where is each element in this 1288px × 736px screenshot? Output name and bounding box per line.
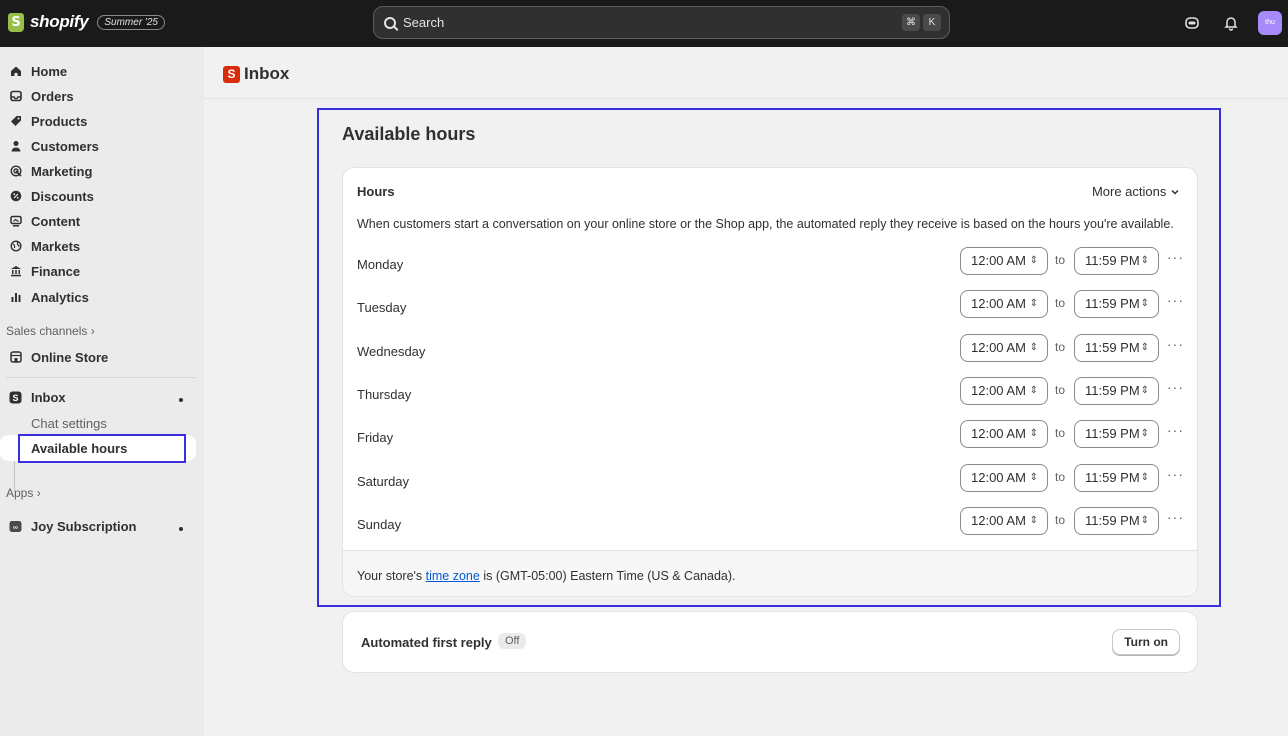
sidebar-item-label: Online Store — [31, 349, 109, 365]
kbd-k: K — [923, 14, 941, 31]
joy-app-icon: ∞ — [9, 520, 22, 533]
tag-icon — [9, 115, 22, 128]
sidebar-item-label: Products — [31, 113, 88, 129]
bell-icon[interactable] — [1223, 15, 1239, 31]
sidebar-item-label: Analytics — [31, 289, 89, 305]
page-header: S Inbox — [204, 47, 1288, 99]
chart-icon — [9, 291, 22, 304]
avatar[interactable]: thu — [1258, 11, 1282, 35]
automated-reply-title: Automated first reply — [361, 635, 492, 650]
svg-text:S: S — [12, 393, 18, 403]
sidekick-icon[interactable] — [1184, 15, 1200, 31]
target-icon — [9, 164, 22, 178]
sidebar-item-joy-subscription[interactable]: ∞ Joy Subscription — [0, 514, 196, 538]
sidebar-divider — [6, 377, 196, 378]
apps-header[interactable]: Apps › — [6, 486, 41, 500]
chevron-right-icon: › — [90, 324, 95, 338]
discount-icon — [9, 190, 22, 203]
person-icon — [9, 140, 22, 153]
sidebar-item-label: Finance — [31, 263, 81, 279]
chevron-right-icon: › — [36, 486, 41, 500]
sidebar: Home Orders Products Customers Marketing… — [0, 47, 204, 736]
turn-on-button[interactable]: Turn on — [1112, 629, 1180, 655]
inbox-app-icon: S — [223, 66, 240, 83]
search-bar[interactable]: Search ⌘ K — [373, 6, 950, 39]
globe-icon — [9, 239, 22, 253]
highlight-box-sidebar — [18, 434, 186, 463]
inbox-pin-dot — [179, 398, 183, 402]
shopify-bag-icon: S — [8, 12, 24, 32]
sidebar-item-label: Content — [31, 213, 81, 229]
kbd-cmd: ⌘ — [902, 14, 920, 31]
store-icon — [9, 350, 22, 364]
sidebar-item-inbox[interactable]: S Inbox — [0, 385, 196, 409]
sidebar-item-label: Orders — [31, 88, 74, 104]
sidebar-item-marketing[interactable]: Marketing — [0, 159, 196, 183]
page-title: Inbox — [244, 64, 290, 83]
top-bar: S shopify Summer '25 Search ⌘ K thu — [0, 0, 1288, 47]
sidebar-item-label: Marketing — [31, 163, 93, 179]
sidebar-item-label: Joy Subscription — [31, 518, 137, 534]
highlight-box-main — [317, 108, 1221, 607]
bank-icon — [9, 265, 22, 278]
sidebar-item-finance[interactable]: Finance — [0, 259, 196, 283]
sidebar-item-label: Home — [31, 63, 68, 79]
search-placeholder: Search — [403, 15, 445, 30]
shopify-logo[interactable]: S shopify Summer '25 — [8, 12, 165, 32]
sidebar-item-discounts[interactable]: Discounts — [0, 184, 196, 208]
sales-channels-label: Sales channels — [6, 324, 88, 338]
brand-name: shopify — [30, 12, 89, 31]
joy-pin-dot — [179, 527, 183, 531]
edition-badge[interactable]: Summer '25 — [97, 14, 165, 30]
svg-text:∞: ∞ — [13, 524, 18, 531]
content-icon — [9, 215, 22, 228]
sidebar-item-online-store[interactable]: Online Store — [0, 345, 196, 369]
automated-reply-card: Automated first reply Off Turn on — [342, 611, 1198, 673]
orders-icon — [9, 90, 22, 103]
search-icon — [384, 16, 396, 29]
sidebar-item-label: Inbox — [31, 389, 66, 405]
inbox-app-icon: S — [9, 391, 22, 404]
sidebar-item-products[interactable]: Products — [0, 109, 196, 133]
sidebar-item-label: Customers — [31, 138, 99, 154]
sidebar-item-orders[interactable]: Orders — [0, 84, 196, 108]
apps-label: Apps — [6, 486, 34, 500]
sidebar-item-label: Discounts — [31, 188, 94, 204]
sidebar-item-analytics[interactable]: Analytics — [0, 285, 196, 309]
sidebar-item-label: Markets — [31, 238, 81, 254]
home-icon — [9, 65, 22, 78]
sidebar-item-home[interactable]: Home — [0, 59, 196, 83]
sidebar-item-markets[interactable]: Markets — [0, 234, 196, 258]
sales-channels-header[interactable]: Sales channels › — [6, 324, 95, 338]
sidebar-item-customers[interactable]: Customers — [0, 134, 196, 158]
sidebar-item-content[interactable]: Content — [0, 209, 196, 233]
status-badge: Off — [498, 633, 527, 649]
sidebar-item-chat-settings[interactable]: Chat settings — [31, 416, 107, 431]
